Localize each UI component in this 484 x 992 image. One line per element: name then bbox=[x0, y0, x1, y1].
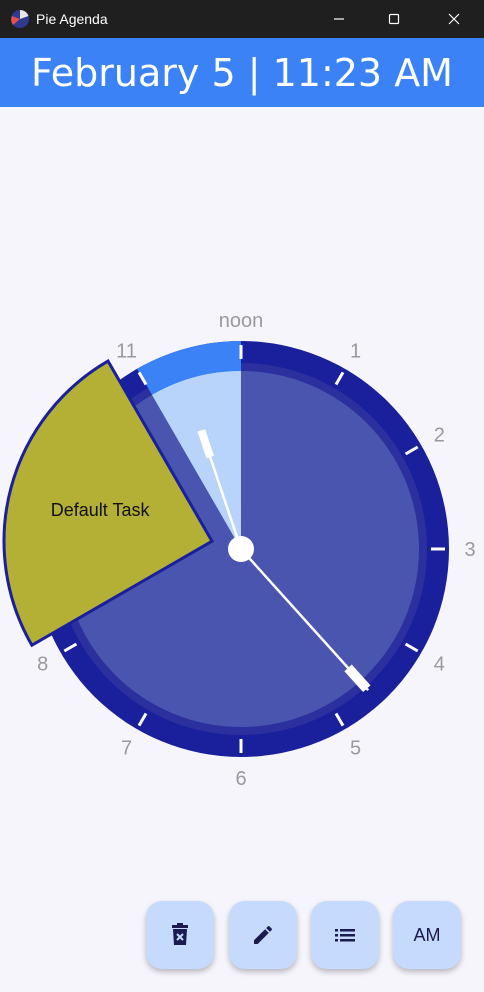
hour-label: 11 bbox=[116, 341, 137, 363]
maximize-button[interactable] bbox=[371, 0, 417, 38]
delete-button[interactable] bbox=[146, 901, 214, 969]
list-button[interactable] bbox=[311, 901, 379, 969]
hour-label: 7 bbox=[121, 737, 132, 759]
hour-label: 8 bbox=[37, 654, 48, 676]
am-pm-toggle-button[interactable]: AM bbox=[393, 901, 461, 969]
close-button[interactable] bbox=[431, 0, 477, 38]
app-icon bbox=[11, 9, 29, 28]
edit-button[interactable] bbox=[229, 901, 297, 969]
edit-icon bbox=[254, 926, 272, 944]
close-icon bbox=[448, 13, 460, 25]
window-title: Pie Agenda bbox=[36, 11, 108, 27]
clock-center-hub bbox=[228, 536, 254, 562]
list-icon bbox=[335, 929, 355, 942]
hour-label: 6 bbox=[235, 768, 246, 790]
hour-label: 4 bbox=[434, 654, 445, 676]
minimize-icon bbox=[334, 18, 344, 20]
hour-label: 5 bbox=[350, 737, 361, 759]
hour-label: noon bbox=[219, 310, 264, 332]
hour-label: 3 bbox=[464, 539, 475, 561]
date-time-text: February 5 | 11:23 AM bbox=[31, 50, 453, 95]
maximize-icon bbox=[388, 13, 400, 25]
hour-label: 2 bbox=[434, 425, 445, 447]
minimize-button[interactable] bbox=[316, 0, 362, 38]
pie-clock[interactable]: noon 1 2 3 4 5 6 7 8 11 Default Task bbox=[0, 300, 484, 820]
date-time-header: February 5 | 11:23 AM bbox=[0, 38, 484, 107]
delete-icon bbox=[172, 923, 188, 945]
task-label: Default Task bbox=[51, 500, 151, 520]
hour-label: 1 bbox=[350, 341, 361, 363]
am-pm-label: AM bbox=[413, 924, 441, 945]
title-bar: Pie Agenda bbox=[0, 0, 484, 38]
